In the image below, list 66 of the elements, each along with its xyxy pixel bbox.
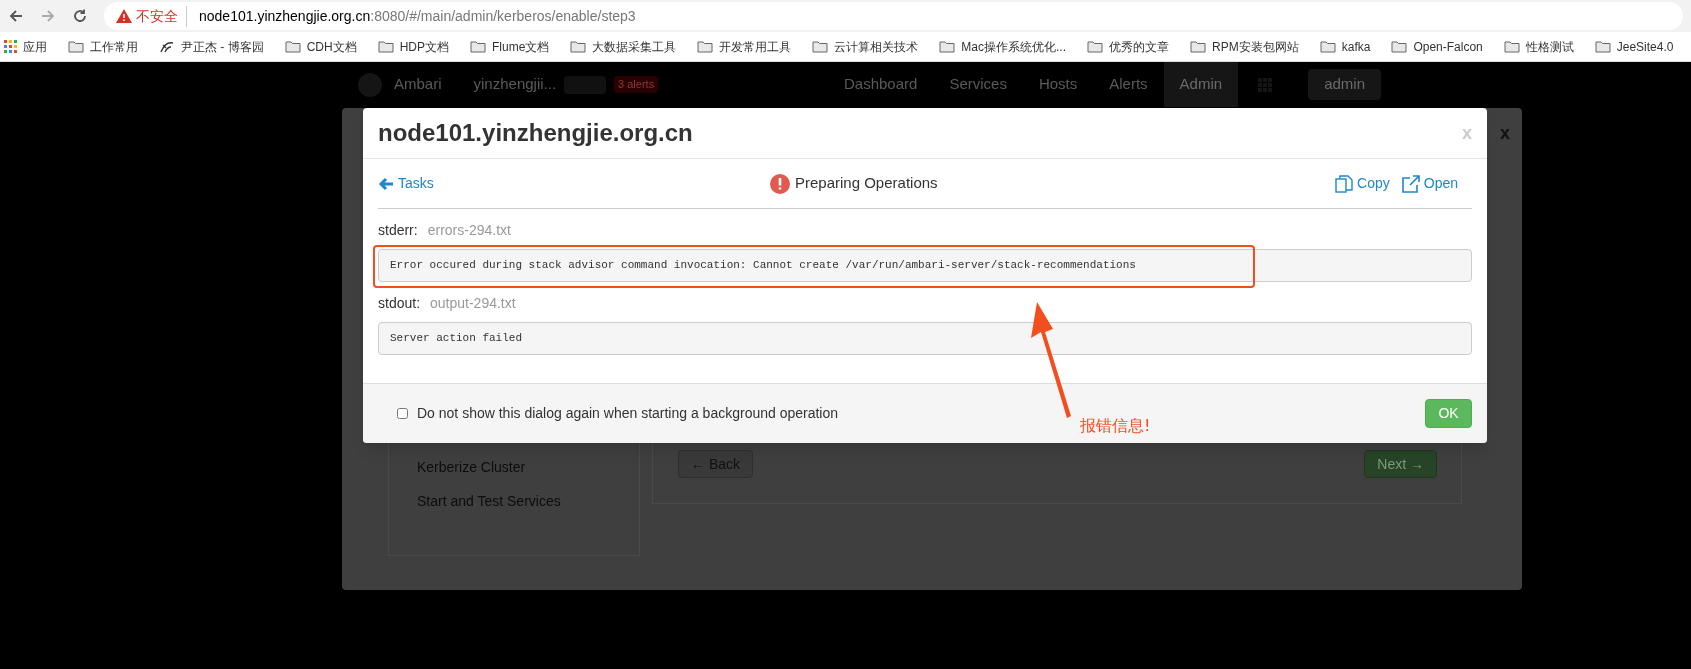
address-bar[interactable]: 不安全 node101.yinzhengjie.org.cn:8080/#/main/admin/kerberos/enable/step3 bbox=[104, 2, 1683, 30]
folder-icon bbox=[1087, 40, 1104, 53]
bookmark-item[interactable]: 应用 bbox=[4, 37, 47, 56]
warning-icon bbox=[116, 9, 132, 23]
bookmark-item[interactable]: 优秀的文章 bbox=[1087, 37, 1170, 56]
nav-item[interactable]: Alerts bbox=[1093, 62, 1164, 107]
nav-item[interactable]: Admin bbox=[1163, 62, 1239, 107]
log-label: stdout: bbox=[378, 293, 421, 313]
reload-icon[interactable] bbox=[72, 8, 88, 24]
tasks-link[interactable]: Tasks bbox=[378, 173, 434, 194]
folder-icon bbox=[1594, 40, 1611, 53]
bookmark-item[interactable]: HDP文档 bbox=[377, 37, 449, 56]
log-output: Server action failed bbox=[378, 322, 1472, 355]
user-menu-button[interactable]: admin bbox=[1308, 69, 1381, 100]
bookmark-item[interactable]: Flume文档 bbox=[470, 37, 550, 56]
bookmark-item[interactable]: JeeSite4.0 bbox=[1594, 37, 1674, 56]
bookmark-item[interactable]: Mac操作系统优化... bbox=[939, 37, 1067, 56]
nav-item[interactable]: Dashboard bbox=[828, 62, 934, 107]
back-icon[interactable] bbox=[8, 8, 24, 24]
folder-icon bbox=[697, 40, 714, 53]
folder-icon bbox=[1190, 40, 1207, 53]
bookmark-item[interactable]: 大数据采集工具 bbox=[570, 37, 677, 56]
copy-icon bbox=[1335, 174, 1354, 193]
ok-button[interactable]: OK bbox=[1425, 399, 1472, 428]
next-button[interactable]: Next → bbox=[1364, 450, 1437, 478]
folder-icon bbox=[1319, 40, 1336, 53]
log-label: stderr: bbox=[378, 220, 418, 240]
bookmark-item[interactable]: kafka bbox=[1319, 37, 1371, 56]
brand-name: Ambari bbox=[394, 74, 442, 95]
copy-link[interactable]: Copy bbox=[1335, 173, 1390, 194]
status-text: Preparing Operations bbox=[795, 173, 938, 194]
nav-item[interactable]: Hosts bbox=[1022, 62, 1094, 107]
annotation-text: 报错信息! bbox=[1080, 415, 1151, 437]
folder-icon bbox=[1391, 40, 1408, 53]
log-file-link[interactable]: errors-294.txt bbox=[427, 219, 511, 241]
nav-item[interactable]: Services bbox=[933, 62, 1023, 107]
folder-icon bbox=[1503, 40, 1520, 53]
open-link[interactable]: Open bbox=[1401, 173, 1458, 194]
folder-icon bbox=[68, 40, 84, 53]
back-arrow-icon bbox=[378, 175, 394, 192]
swirl-icon bbox=[159, 39, 175, 54]
checkbox[interactable] bbox=[397, 408, 408, 419]
bookmark-item[interactable]: 尹正杰 - 博客园 bbox=[159, 37, 264, 56]
url-text: node101.yinzhengjie.org.cn:8080/#/main/admin/kerberos/enable/step3 bbox=[198, 6, 636, 26]
bookmark-item[interactable]: RPM安装包网站 bbox=[1190, 37, 1299, 56]
bookmark-item[interactable]: Open-Falcon bbox=[1391, 37, 1483, 56]
folder-icon bbox=[284, 40, 301, 53]
checkbox-label: Do not show this dialog again when starting a background operation bbox=[417, 404, 839, 423]
folder-icon bbox=[812, 40, 829, 53]
folder-icon bbox=[570, 40, 587, 53]
alerts-badge: 3 alerts bbox=[614, 76, 659, 93]
apps-grid-icon bbox=[4, 40, 17, 53]
folder-icon bbox=[939, 40, 956, 53]
bookmark-item[interactable]: 开发常用工具 bbox=[697, 37, 792, 56]
bookmark-item[interactable]: 云计算相关技术 bbox=[812, 37, 919, 56]
bookmark-item[interactable]: CDH文档 bbox=[284, 37, 357, 56]
folder-icon bbox=[470, 40, 486, 53]
insecure-label: 不安全 bbox=[136, 5, 187, 27]
bookmark-item[interactable]: 工作常用 bbox=[68, 37, 138, 56]
cluster-name: yinzhengjii... bbox=[473, 74, 557, 95]
bookmark-item[interactable]: 性格测试 bbox=[1503, 37, 1574, 56]
external-link-icon bbox=[1401, 174, 1420, 193]
dialog-title: node101.yinzhengjie.org.cn bbox=[378, 118, 693, 148]
log-file-link[interactable]: output-294.txt bbox=[430, 292, 516, 314]
error-icon bbox=[770, 173, 790, 194]
folder-icon bbox=[377, 40, 394, 53]
